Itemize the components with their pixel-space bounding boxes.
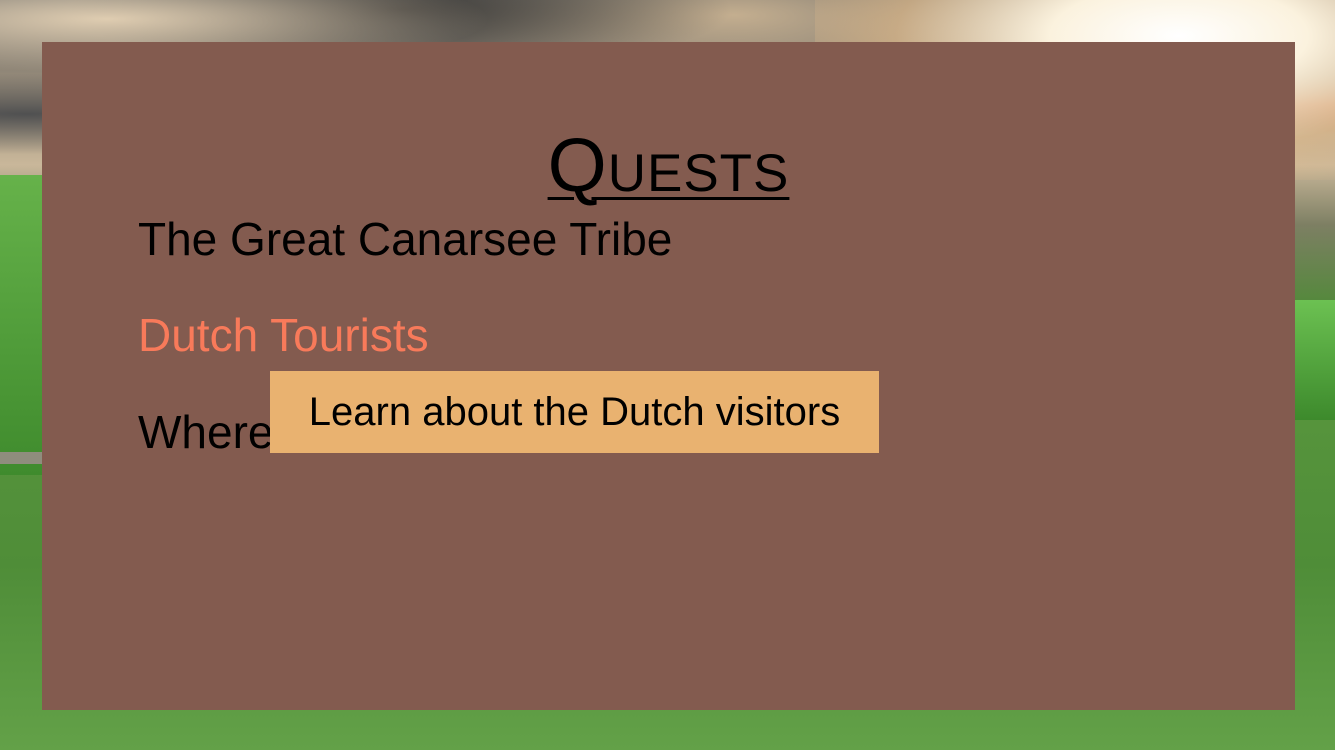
quest-item-dutch-tourists[interactable]: Dutch Tourists [138, 312, 429, 358]
quest-item-great-canarsee-tribe[interactable]: The Great Canarsee Tribe [138, 216, 672, 262]
quest-panel-title-text: Quests [547, 123, 790, 208]
quest-tooltip: Learn about the Dutch visitors [270, 371, 879, 453]
quest-item-where[interactable]: Where [138, 409, 273, 455]
road-strip [0, 452, 45, 464]
quest-panel-title: Quests [42, 128, 1295, 204]
quest-tooltip-text: Learn about the Dutch visitors [308, 389, 841, 434]
